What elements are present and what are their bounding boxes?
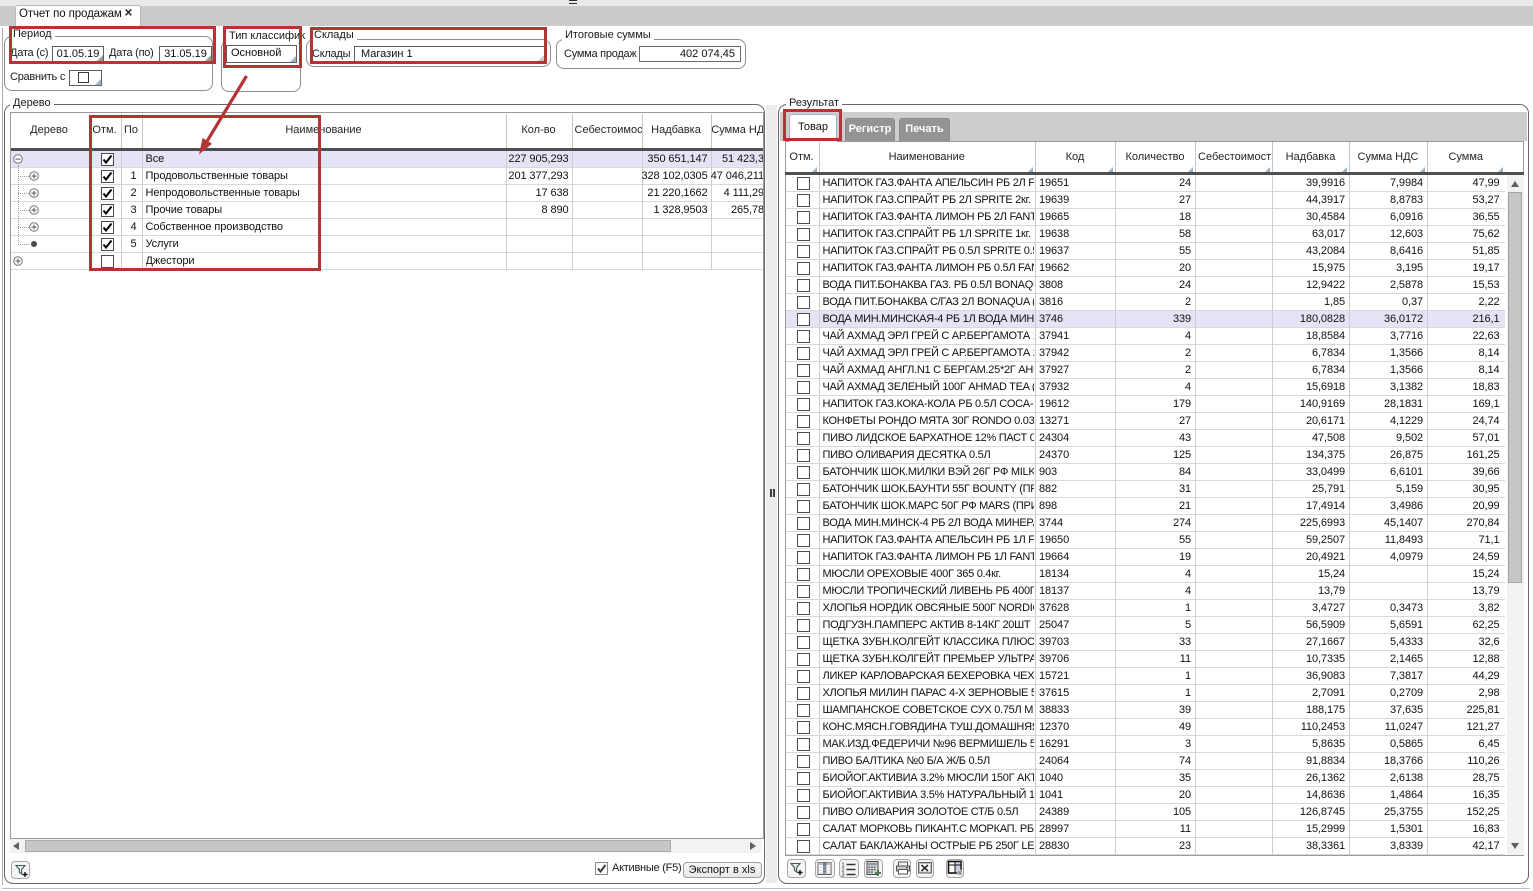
svg-text:3: 3 <box>842 872 845 878</box>
